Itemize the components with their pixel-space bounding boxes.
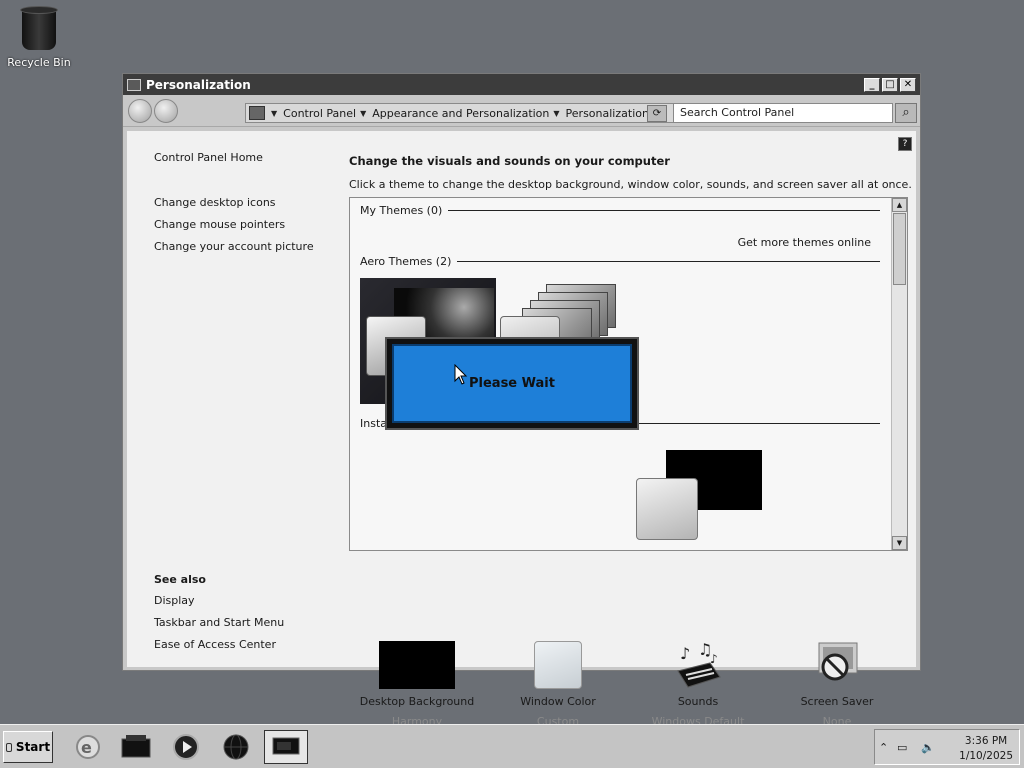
page-description: Click a theme to change the desktop back… bbox=[349, 178, 912, 191]
forward-button[interactable] bbox=[154, 98, 178, 123]
control-panel-home-link[interactable]: Control Panel Home bbox=[154, 151, 314, 164]
clock-time: 3:36 PM bbox=[964, 735, 1008, 747]
please-wait-message: Please Wait bbox=[392, 344, 632, 423]
aero-themes-label: Aero Themes (2) bbox=[360, 255, 452, 268]
system-tray: ⌃ ▭ 🔈 3:36 PM 1/10/2025 bbox=[874, 729, 1020, 765]
aero-themes-group: Aero Themes (2) bbox=[360, 255, 880, 268]
back-button[interactable] bbox=[128, 98, 152, 123]
show-hidden-icons-icon[interactable]: ⌃ bbox=[879, 741, 888, 754]
get-more-themes-link[interactable]: Get more themes online bbox=[738, 236, 871, 249]
sounds-icon: ♪ ♫ ♪ bbox=[672, 640, 724, 689]
minimize-button[interactable]: _ bbox=[864, 77, 880, 92]
theme-color-swatch bbox=[636, 478, 698, 540]
svg-text:♪: ♪ bbox=[710, 652, 718, 666]
network-icon[interactable]: ▭ bbox=[897, 741, 907, 754]
search-input[interactable]: Search Control Panel bbox=[673, 103, 893, 123]
recycle-bin-label: Recycle Bin bbox=[7, 56, 71, 69]
please-wait-dialog: Please Wait bbox=[385, 337, 639, 430]
ease-of-access-link[interactable]: Ease of Access Center bbox=[154, 638, 284, 651]
window-color-tile[interactable]: Window Color Custom bbox=[498, 641, 618, 728]
screen-saver-icon bbox=[811, 641, 863, 689]
control-panel-icon bbox=[249, 106, 265, 120]
display-link[interactable]: Display bbox=[154, 594, 284, 607]
task-pane: Control Panel Home Change desktop icons … bbox=[154, 151, 314, 262]
change-account-picture-link[interactable]: Change your account picture bbox=[154, 240, 314, 253]
breadcrumb-chevron-icon[interactable]: ▼ bbox=[360, 109, 366, 118]
desktop-background-tile[interactable]: Desktop Background Harmony bbox=[357, 641, 477, 728]
clock[interactable]: 3:36 PM 1/10/2025 bbox=[959, 734, 1013, 764]
clock-date: 1/10/2025 bbox=[959, 750, 1013, 762]
recycle-bin-icon bbox=[19, 4, 59, 50]
themes-scrollbar[interactable]: ▲ ▼ bbox=[891, 198, 907, 550]
desktop-background-icon bbox=[379, 641, 455, 689]
search-icon[interactable]: ⌕ bbox=[895, 103, 917, 123]
sounds-label: Sounds bbox=[677, 695, 719, 708]
window-color-icon bbox=[534, 641, 582, 689]
media-player-taskbar-icon[interactable] bbox=[164, 730, 208, 764]
taskbar: Start e ⌃ ▭ 🔈 3:36 PM 1/10/2025 bbox=[0, 724, 1024, 768]
help-icon[interactable]: ? bbox=[898, 137, 912, 151]
close-button[interactable]: ✕ bbox=[900, 77, 916, 92]
change-mouse-pointers-link[interactable]: Change mouse pointers bbox=[154, 218, 314, 231]
screen-saver-tile[interactable]: Screen Saver None bbox=[777, 641, 897, 728]
scroll-down-icon[interactable]: ▼ bbox=[892, 536, 907, 550]
start-label: Start bbox=[15, 740, 51, 754]
desktop-background-label: Desktop Background bbox=[359, 695, 475, 708]
sounds-tile[interactable]: ♪ ♫ ♪ Sounds Windows Default bbox=[638, 640, 758, 728]
internet-explorer-taskbar-icon[interactable]: e bbox=[66, 730, 110, 764]
refresh-button[interactable]: ⟳ bbox=[647, 105, 667, 122]
maximize-button[interactable]: □ bbox=[882, 77, 898, 92]
svg-text:♪: ♪ bbox=[680, 644, 690, 663]
window-color-label: Window Color bbox=[520, 695, 596, 708]
breadcrumb-chevron-icon[interactable]: ▼ bbox=[553, 109, 559, 118]
taskbar-start-menu-link[interactable]: Taskbar and Start Menu bbox=[154, 616, 284, 629]
volume-icon[interactable]: 🔈 bbox=[921, 741, 935, 754]
scroll-up-icon[interactable]: ▲ bbox=[892, 198, 907, 212]
title-bar[interactable]: Personalization _ □ ✕ bbox=[123, 74, 920, 95]
personalization-taskbar-icon[interactable] bbox=[264, 730, 308, 764]
svg-text:e: e bbox=[81, 738, 92, 757]
breadcrumb-personalization[interactable]: Personalization bbox=[566, 107, 649, 120]
page-title: Change the visuals and sounds on your co… bbox=[349, 154, 670, 168]
window-title: Personalization bbox=[146, 77, 251, 92]
see-also-heading: See also bbox=[154, 573, 206, 586]
theme-thumbnail[interactable] bbox=[636, 450, 766, 542]
start-button[interactable]: Start bbox=[3, 731, 53, 763]
change-desktop-icons-link[interactable]: Change desktop icons bbox=[154, 196, 314, 209]
recycle-bin-desktop-icon[interactable]: Recycle Bin bbox=[6, 4, 72, 69]
group-divider bbox=[638, 423, 880, 424]
globe-taskbar-icon[interactable] bbox=[214, 730, 258, 764]
installed-themes-label: Insta bbox=[360, 417, 388, 430]
breadcrumb-appearance[interactable]: Appearance and Personalization bbox=[372, 107, 549, 120]
mouse-cursor-icon bbox=[454, 363, 468, 389]
scrollbar-thumb[interactable] bbox=[893, 213, 906, 285]
breadcrumb-chevron-icon[interactable]: ▼ bbox=[271, 109, 277, 118]
file-explorer-taskbar-icon[interactable] bbox=[114, 730, 158, 764]
address-breadcrumb[interactable]: ▼ Control Panel ▼ Appearance and Persona… bbox=[245, 103, 689, 123]
see-also-section: See also Display Taskbar and Start Menu … bbox=[154, 573, 284, 660]
start-logo-icon bbox=[5, 742, 12, 752]
my-themes-group: My Themes (0) bbox=[360, 204, 880, 217]
window-app-icon bbox=[127, 78, 141, 91]
my-themes-label: My Themes (0) bbox=[360, 204, 443, 217]
screen-saver-label: Screen Saver bbox=[800, 695, 874, 708]
breadcrumb-control-panel[interactable]: Control Panel bbox=[283, 107, 356, 120]
